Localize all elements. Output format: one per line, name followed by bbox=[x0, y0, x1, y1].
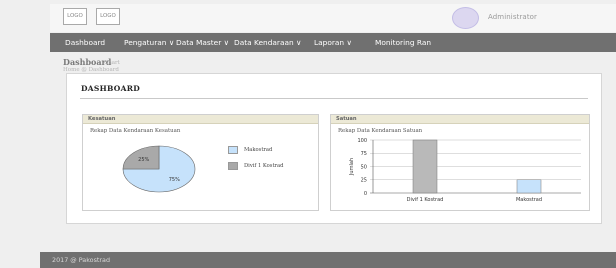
dashboard-panel: DASHBOARD Kesatuan Rekap Data Kendaraan … bbox=[66, 73, 602, 224]
nav-item-monitoring[interactable]: Monitoring Ran bbox=[375, 38, 431, 47]
bar-y-tick-label: 100 bbox=[357, 138, 367, 144]
legend-swatch-divif-1-kostrad bbox=[228, 162, 238, 170]
heading-divider bbox=[80, 98, 588, 99]
bar-chart: 100 75 50 25 0 Jumlah Divif 1 Kostrad Makostrad bbox=[349, 138, 581, 203]
logo-2[interactable]: LOGO bbox=[96, 8, 120, 25]
bar-y-tick-label: 0 bbox=[364, 191, 367, 197]
legend-label-divif-1-kostrad: Divif 1 Kostrad bbox=[244, 163, 284, 169]
bar-x-tick-label: Makostrad bbox=[516, 197, 542, 203]
user-avatar[interactable] bbox=[452, 7, 479, 29]
kesatuan-box-title: Kesatuan bbox=[83, 115, 318, 124]
kesatuan-box: Kesatuan Rekap Data Kendaraan Kesatuan 7… bbox=[82, 114, 319, 211]
nav-item-dashboard[interactable]: Dashboard bbox=[65, 38, 105, 47]
nav-item-data-master[interactable]: Data Master ∨ bbox=[176, 38, 229, 47]
satuan-box-title: Satuan bbox=[331, 115, 589, 124]
bar-divif-1-kostrad[interactable] bbox=[412, 139, 438, 194]
satuan-box: Satuan Rekap Data Kendaraan Satuan 100 75… bbox=[330, 114, 590, 211]
footer-text: 2017 @ Pakostrad bbox=[52, 256, 111, 264]
bar-x-tick-label: Divif 1 Kostrad bbox=[407, 197, 444, 203]
user-name[interactable]: Administrator bbox=[488, 13, 537, 21]
bar-y-tick-label: 75 bbox=[361, 151, 367, 157]
pie-chart: 75% 25% bbox=[122, 145, 196, 193]
nav-item-laporan[interactable]: Laporan ∨ bbox=[314, 38, 352, 47]
bar-y-tick-label: 25 bbox=[361, 178, 367, 184]
legend-swatch-makostrad bbox=[228, 146, 238, 154]
pie-value-label-divif-1-kostrad: 25% bbox=[138, 157, 149, 163]
bar-makostrad[interactable] bbox=[516, 179, 542, 194]
main-navbar: Dashboard Pengaturan ∨ Data Master ∨ Dat… bbox=[50, 33, 616, 52]
nav-item-data-kendaraan[interactable]: Data Kendaraan ∨ bbox=[234, 38, 301, 47]
pie-value-label-makostrad: 75% bbox=[169, 177, 180, 183]
page-subtitle: Chart bbox=[104, 60, 120, 66]
app-frame: LOGO LOGO Administrator Dashboard Pengat… bbox=[0, 0, 616, 268]
pie-chart-caption: Rekap Data Kendaraan Kesatuan bbox=[90, 128, 181, 134]
logo-1[interactable]: LOGO bbox=[63, 8, 87, 25]
dashboard-heading: DASHBOARD bbox=[81, 84, 141, 93]
nav-item-pengaturan[interactable]: Pengaturan ∨ bbox=[124, 38, 174, 47]
bar-y-axis-label: Jumlah bbox=[349, 158, 355, 176]
footer: 2017 @ Pakostrad bbox=[40, 252, 616, 268]
legend-label-makostrad: Makostrad bbox=[244, 147, 273, 153]
top-header: LOGO LOGO Administrator bbox=[50, 4, 616, 32]
bar-y-tick-label: 50 bbox=[361, 164, 367, 170]
